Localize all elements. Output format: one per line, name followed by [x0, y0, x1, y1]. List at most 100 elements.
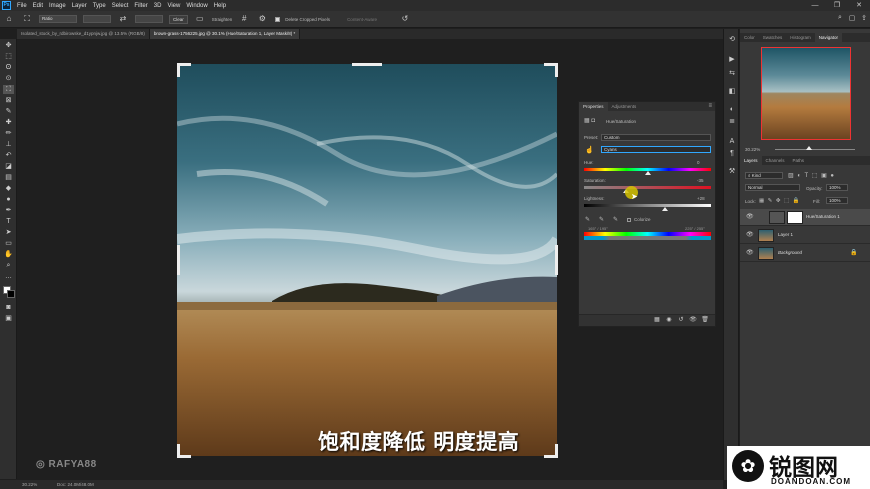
menu-layer[interactable]: Layer [69, 3, 90, 9]
crop-handle-right[interactable] [555, 245, 558, 275]
tab-color[interactable]: Color [740, 33, 759, 42]
eyedropper-plus-icon[interactable]: ✎ [599, 216, 604, 223]
visibility-eye-icon[interactable]: 👁 [746, 231, 754, 238]
reset-adjustments-icon[interactable]: ↺ [677, 317, 685, 324]
menu-window[interactable]: Window [183, 3, 210, 9]
clip-to-layer-icon[interactable]: ▦ [653, 317, 661, 324]
tab-navigator[interactable]: Navigator [814, 33, 843, 42]
tool-presets-icon[interactable]: ⚒ [727, 167, 737, 176]
eraser-tool-icon[interactable]: ◪ [3, 162, 14, 171]
status-zoom[interactable]: 30.22% [22, 480, 37, 489]
crop-handle-top-left-v[interactable] [177, 63, 180, 77]
ratio-select[interactable]: Ratio [39, 15, 77, 23]
home-icon[interactable]: ⌂ [4, 14, 14, 24]
crop-handle-left[interactable] [177, 245, 180, 275]
delete-cropped-checkbox[interactable] [275, 16, 281, 22]
opacity-field[interactable]: 100% [826, 184, 848, 191]
visibility-eye-icon[interactable]: 👁 [746, 249, 754, 256]
menu-edit[interactable]: Edit [30, 3, 46, 9]
blend-mode-select[interactable]: Normal [745, 184, 800, 191]
lock-icons[interactable]: ▦ ✎ ✥ ⬚ 🔒 [759, 198, 801, 204]
menu-view[interactable]: View [164, 3, 183, 9]
visibility-eye-icon[interactable]: 👁 [746, 213, 754, 220]
healing-tool-icon[interactable]: ✚ [3, 118, 14, 127]
tab-paths[interactable]: Paths [789, 156, 809, 165]
crop-handle-top-right-v[interactable] [555, 63, 558, 77]
maximize-button[interactable]: ❐ [826, 0, 848, 11]
menu-filter[interactable]: Filter [131, 3, 150, 9]
zoom-tool-icon[interactable]: ⌕ [3, 261, 14, 270]
character-icon[interactable]: A [727, 137, 737, 146]
path-select-tool-icon[interactable]: ➤ [3, 228, 14, 237]
visibility-eye-icon[interactable]: 👁 [689, 317, 697, 324]
ratio-width-field[interactable] [83, 15, 111, 23]
move-tool-icon[interactable]: ✥ [3, 41, 14, 50]
eyedropper-icon[interactable]: ✎ [585, 216, 590, 223]
tab-isolated-stock[interactable]: Isolated_stock_by_rdbirowske_d1ypnjw.jpg… [17, 29, 150, 39]
delete-adjustment-icon[interactable]: 🗑 [701, 317, 709, 324]
view-previous-icon[interactable]: ◉ [665, 317, 673, 324]
history-brush-icon[interactable]: ↶ [3, 151, 14, 160]
document-image[interactable] [177, 64, 557, 456]
layer-comps-icon[interactable]: ⇆ [727, 69, 737, 78]
channel-select[interactable]: Cyans [601, 146, 711, 153]
marquee-tool-icon[interactable]: ⬚ [3, 52, 14, 61]
tab-adjustments[interactable]: Adjustments [608, 102, 641, 111]
share-icon[interactable]: ⇪ [858, 14, 870, 22]
grid-overlay-icon[interactable]: # [239, 14, 249, 24]
close-button[interactable]: ✕ [848, 0, 870, 11]
layer-filter-icons[interactable]: ▨ ◐ T ⬚ ▣ ● [788, 172, 835, 179]
menu-select[interactable]: Select [109, 3, 132, 9]
menu-image[interactable]: Image [46, 3, 69, 9]
frame-tool-icon[interactable]: ⊠ [3, 96, 14, 105]
menu-file[interactable]: File [14, 3, 30, 9]
stamp-tool-icon[interactable]: ⊥ [3, 140, 14, 149]
menu-3d[interactable]: 3D [151, 3, 165, 9]
crop-handle-top[interactable] [352, 63, 382, 66]
crop-tool-icon[interactable]: ⛶ [3, 85, 14, 94]
history-icon[interactable]: ⟲ [727, 35, 737, 44]
shape-tool-icon[interactable]: ▭ [3, 239, 14, 248]
reset-icon[interactable]: ↺ [400, 14, 410, 24]
tab-channels[interactable]: Channels [762, 156, 789, 165]
layer-row[interactable]: 👁 Background 🔒 [740, 245, 870, 262]
hue-slider-thumb[interactable] [644, 171, 651, 175]
crop-handle-bottom-right-v[interactable] [555, 444, 558, 458]
navigator-zoom-slider[interactable] [775, 149, 855, 150]
ratio-height-field[interactable] [135, 15, 163, 23]
menu-type[interactable]: Type [90, 3, 109, 9]
workspace-icon[interactable]: ▢ [846, 14, 858, 22]
tab-properties[interactable]: Properties [579, 102, 608, 111]
tab-brown-grass[interactable]: brown-grass-1756225.jpg @ 30.1% (Hue/Sat… [149, 29, 301, 39]
minimize-button[interactable]: — [804, 0, 826, 11]
swap-icon[interactable]: ⇄ [118, 14, 128, 24]
actions-icon[interactable]: ▶ [727, 55, 737, 64]
menu-help[interactable]: Help [211, 3, 229, 9]
lasso-tool-icon[interactable]: ʘ [3, 63, 14, 72]
eyedropper-minus-icon[interactable]: ✎ [613, 216, 618, 223]
brush-tool-icon[interactable]: ✏ [3, 129, 14, 138]
fill-field[interactable]: 100% [826, 197, 848, 204]
quick-mask-icon[interactable]: ◙ [3, 303, 14, 312]
gradient-tool-icon[interactable]: ▤ [3, 173, 14, 182]
color-range-bar-bottom[interactable] [584, 236, 711, 240]
clear-button[interactable]: Clear [169, 14, 188, 24]
blur-tool-icon[interactable]: ◆ [3, 184, 14, 193]
quick-select-tool-icon[interactable]: ⊙ [3, 74, 14, 83]
lightness-slider-track[interactable] [584, 204, 711, 207]
saturation-slider-track[interactable] [584, 186, 711, 189]
pen-tool-icon[interactable]: ✒ [3, 206, 14, 215]
straighten-icon[interactable]: ▭ [195, 14, 205, 24]
lightness-slider-thumb[interactable] [662, 207, 669, 211]
tab-layers[interactable]: Layers [740, 156, 762, 165]
preset-select[interactable]: Custom [601, 134, 711, 141]
colorize-checkbox[interactable] [627, 218, 631, 222]
gear-icon[interactable]: ⚙ [257, 14, 267, 24]
layer-row[interactable]: 👁 Hue/Saturation 1 [740, 209, 870, 226]
tab-swatches[interactable]: Swatches [759, 33, 787, 42]
more-tools-icon[interactable]: … [3, 272, 14, 281]
hand-tool-icon[interactable]: ✋ [3, 250, 14, 259]
dodge-tool-icon[interactable]: ● [3, 195, 14, 204]
layer-row[interactable]: 👁 Layer 1 [740, 227, 870, 244]
properties-dock-icon[interactable]: ≣ [727, 117, 737, 126]
